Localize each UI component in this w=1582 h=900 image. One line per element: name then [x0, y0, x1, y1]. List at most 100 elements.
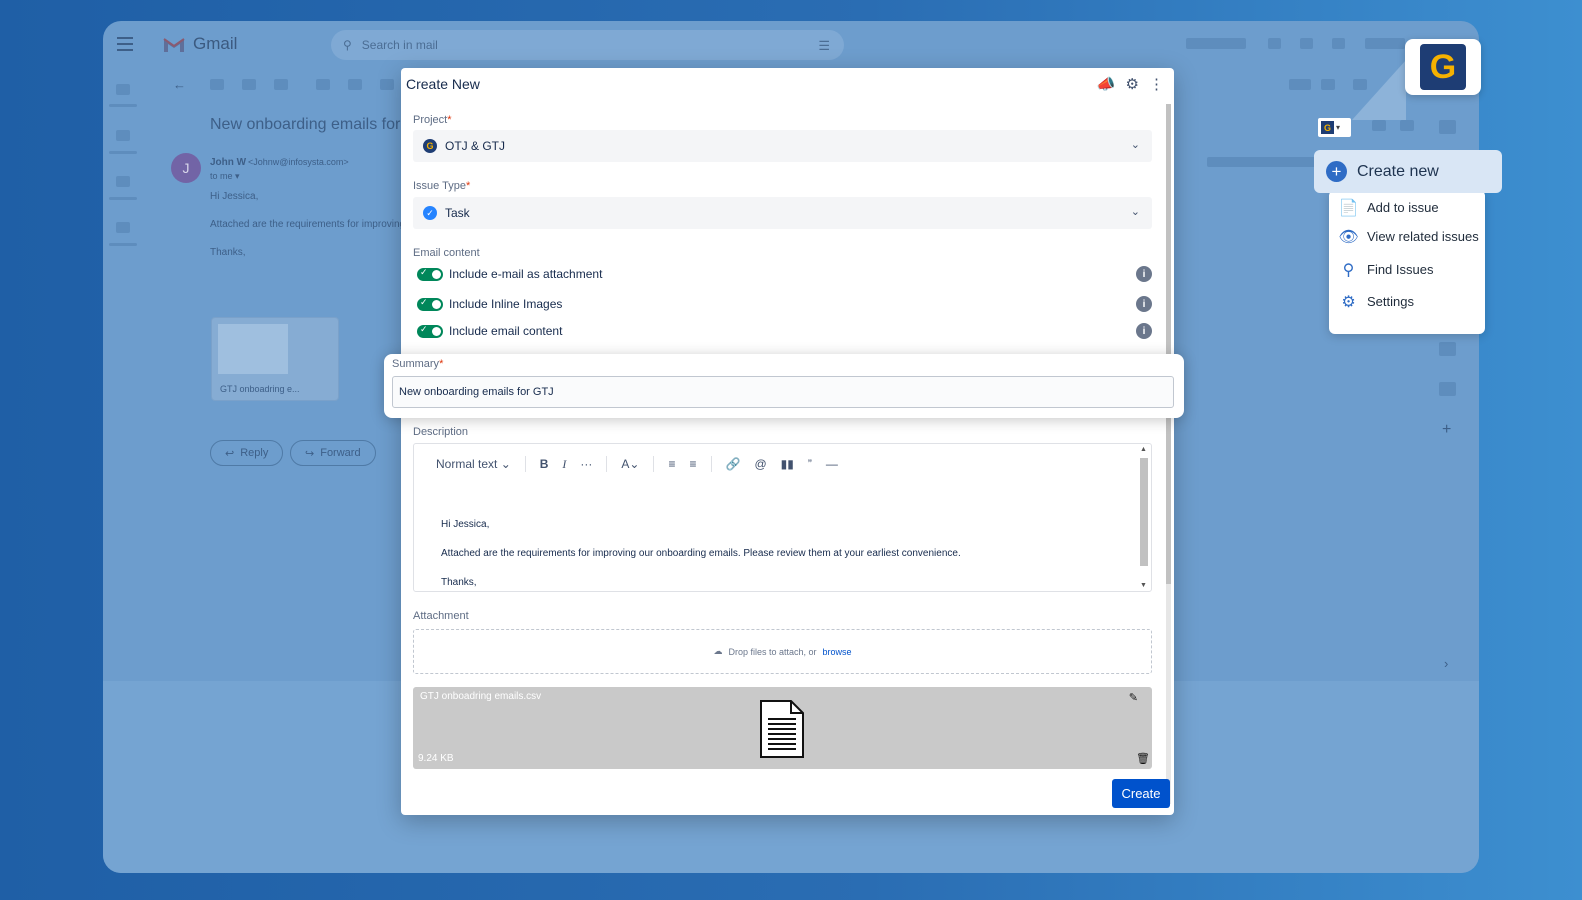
nav-placeholder: [116, 130, 130, 141]
forward-button[interactable]: ↪ Forward: [290, 440, 376, 466]
create-new-button[interactable]: + Create new: [1314, 150, 1502, 193]
filter-options-icon[interactable]: ☰: [818, 38, 830, 54]
nav-placeholder: [109, 104, 137, 107]
menu-item-find-issues[interactable]: ⚲ Find Issues: [1339, 260, 1434, 279]
toolbar-placeholder: [1289, 79, 1311, 90]
header-placeholder: [1268, 38, 1281, 49]
editor-scrollbar[interactable]: ▲ ▼: [1139, 446, 1149, 589]
editor-content[interactable]: Hi Jessica, Attached are the requirement…: [441, 510, 961, 597]
toolbar-placeholder: [316, 79, 330, 90]
info-icon[interactable]: i: [1136, 323, 1152, 339]
header-placeholder: [1332, 38, 1345, 49]
email-content-label: Email content: [413, 247, 480, 259]
toggle-switch[interactable]: [417, 267, 443, 281]
more-formatting-button[interactable]: ···: [580, 457, 592, 471]
hamburger-menu-icon[interactable]: [117, 37, 133, 51]
menu-item-settings[interactable]: ⚙ Settings: [1339, 292, 1414, 311]
nav-placeholder: [109, 243, 137, 246]
toolbar-placeholder: [210, 79, 224, 90]
nav-placeholder: [109, 197, 137, 200]
toolbar-divider: [606, 456, 608, 472]
project-select[interactable]: G OTJ & GTJ ⌄: [413, 130, 1152, 162]
divider-line-icon[interactable]: —: [826, 457, 838, 471]
search-icon: ⚲: [343, 38, 352, 52]
back-arrow-icon[interactable]: ←: [173, 77, 186, 92]
chevron-down-icon: ▾: [1336, 123, 1341, 132]
description-editor[interactable]: Normal text ⌄ B I ··· A⌄ ≡ ≡ 🔗 @ ▮▮ ” — …: [413, 443, 1152, 592]
bold-button[interactable]: B: [540, 457, 549, 471]
forward-label: Forward: [320, 447, 361, 459]
search-icon: ⚲: [1342, 261, 1355, 279]
side-panel-placeholder: [1439, 342, 1456, 356]
text-color-button[interactable]: A⌄: [621, 457, 639, 471]
scroll-down-icon[interactable]: ▼: [1140, 582, 1147, 589]
mention-icon[interactable]: @: [754, 457, 766, 471]
menu-item-label: View related issues: [1367, 229, 1479, 244]
more-options-icon[interactable]: ⋮: [1149, 75, 1164, 93]
dialog-scrollbar[interactable]: [1166, 104, 1171, 804]
announcement-icon[interactable]: 📣: [1097, 75, 1116, 93]
attachment-label: Attachment: [413, 610, 469, 622]
expand-panel-icon[interactable]: ›: [1444, 656, 1448, 671]
numbered-list-icon[interactable]: ≡: [690, 457, 697, 471]
menu-item-view-related[interactable]: 👁 View related issues: [1338, 227, 1479, 246]
extension-toolbar-button[interactable]: G ▾: [1318, 118, 1351, 137]
layout-columns-icon[interactable]: ▮▮: [781, 457, 794, 471]
scroll-up-icon[interactable]: ▲: [1140, 446, 1147, 453]
header-placeholder: [1300, 38, 1313, 49]
editor-paragraph: Hi Jessica,: [441, 519, 490, 530]
reply-button[interactable]: ↩ Reply: [210, 440, 284, 466]
nav-placeholder: [116, 176, 130, 187]
add-addon-icon[interactable]: +: [1442, 421, 1451, 439]
text-style-dropdown[interactable]: Normal text ⌄: [436, 457, 511, 471]
toggle-label: Include email content: [449, 324, 563, 338]
project-avatar-icon: G: [423, 139, 437, 153]
task-check-icon: ✓: [423, 206, 437, 220]
extension-logo-icon: G: [1420, 44, 1466, 90]
trash-icon[interactable]: 🗑: [1136, 752, 1150, 765]
attachment-dropzone[interactable]: ☁ Drop files to attach, or browse: [413, 629, 1152, 674]
toolbar-placeholder: [274, 79, 288, 90]
link-icon[interactable]: 🔗: [726, 457, 741, 471]
nav-placeholder: [109, 151, 137, 154]
create-issue-dialog: Create New 📣 ⚙ ⋮ Project* G OTJ & GTJ ⌄ …: [401, 68, 1174, 815]
scrollbar-thumb[interactable]: [1140, 458, 1148, 566]
bullet-list-icon[interactable]: ≡: [668, 457, 675, 471]
toolbar-divider: [653, 456, 655, 472]
pencil-icon[interactable]: ✎: [1129, 691, 1138, 704]
avatar: J: [171, 153, 201, 183]
toggle-switch[interactable]: [417, 324, 443, 338]
browse-link[interactable]: browse: [823, 647, 852, 657]
info-icon[interactable]: i: [1136, 296, 1152, 312]
description-label: Description: [413, 426, 469, 438]
document-icon: [760, 700, 804, 758]
toolbar-placeholder: [1400, 120, 1414, 131]
email-body-signoff: Thanks,: [210, 247, 246, 258]
gmail-search-bar[interactable]: ⚲ Search in mail ☰: [331, 30, 844, 60]
create-button[interactable]: Create: [1112, 779, 1170, 808]
menu-item-label: Find Issues: [1367, 262, 1434, 277]
menu-item-label: Add to issue: [1367, 200, 1439, 215]
sender-name: John W: [210, 157, 247, 168]
header-placeholder: [1186, 38, 1246, 49]
side-panel-placeholder: [1439, 382, 1456, 396]
attached-file-card[interactable]: GTJ onboadring emails.csv ✎ 9.24 KB 🗑: [413, 687, 1152, 769]
summary-label: Summary*: [392, 358, 444, 370]
extension-small-logo-icon: G: [1321, 121, 1334, 134]
cloud-upload-icon: ☁: [713, 646, 723, 656]
recipient-line[interactable]: to me ▾: [210, 171, 240, 182]
issue-type-select[interactable]: ✓ Task ⌄: [413, 197, 1152, 229]
menu-item-add-to-issue[interactable]: 📄 Add to issue: [1339, 198, 1439, 217]
email-attachment-card[interactable]: GTJ onboadring e...: [211, 317, 339, 401]
summary-input[interactable]: [392, 376, 1174, 408]
toggle-switch[interactable]: [417, 297, 443, 311]
info-icon[interactable]: i: [1136, 266, 1152, 282]
gear-icon[interactable]: ⚙: [1126, 75, 1139, 93]
dialog-header-actions: 📣 ⚙ ⋮: [1097, 75, 1164, 93]
gear-icon: ⚙: [1341, 293, 1356, 311]
extension-badge[interactable]: G: [1405, 39, 1481, 95]
dialog-title: Create New: [406, 76, 480, 92]
toolbar-placeholder: [1372, 120, 1386, 131]
quote-icon[interactable]: ”: [808, 457, 812, 471]
italic-button[interactable]: I: [562, 457, 566, 472]
